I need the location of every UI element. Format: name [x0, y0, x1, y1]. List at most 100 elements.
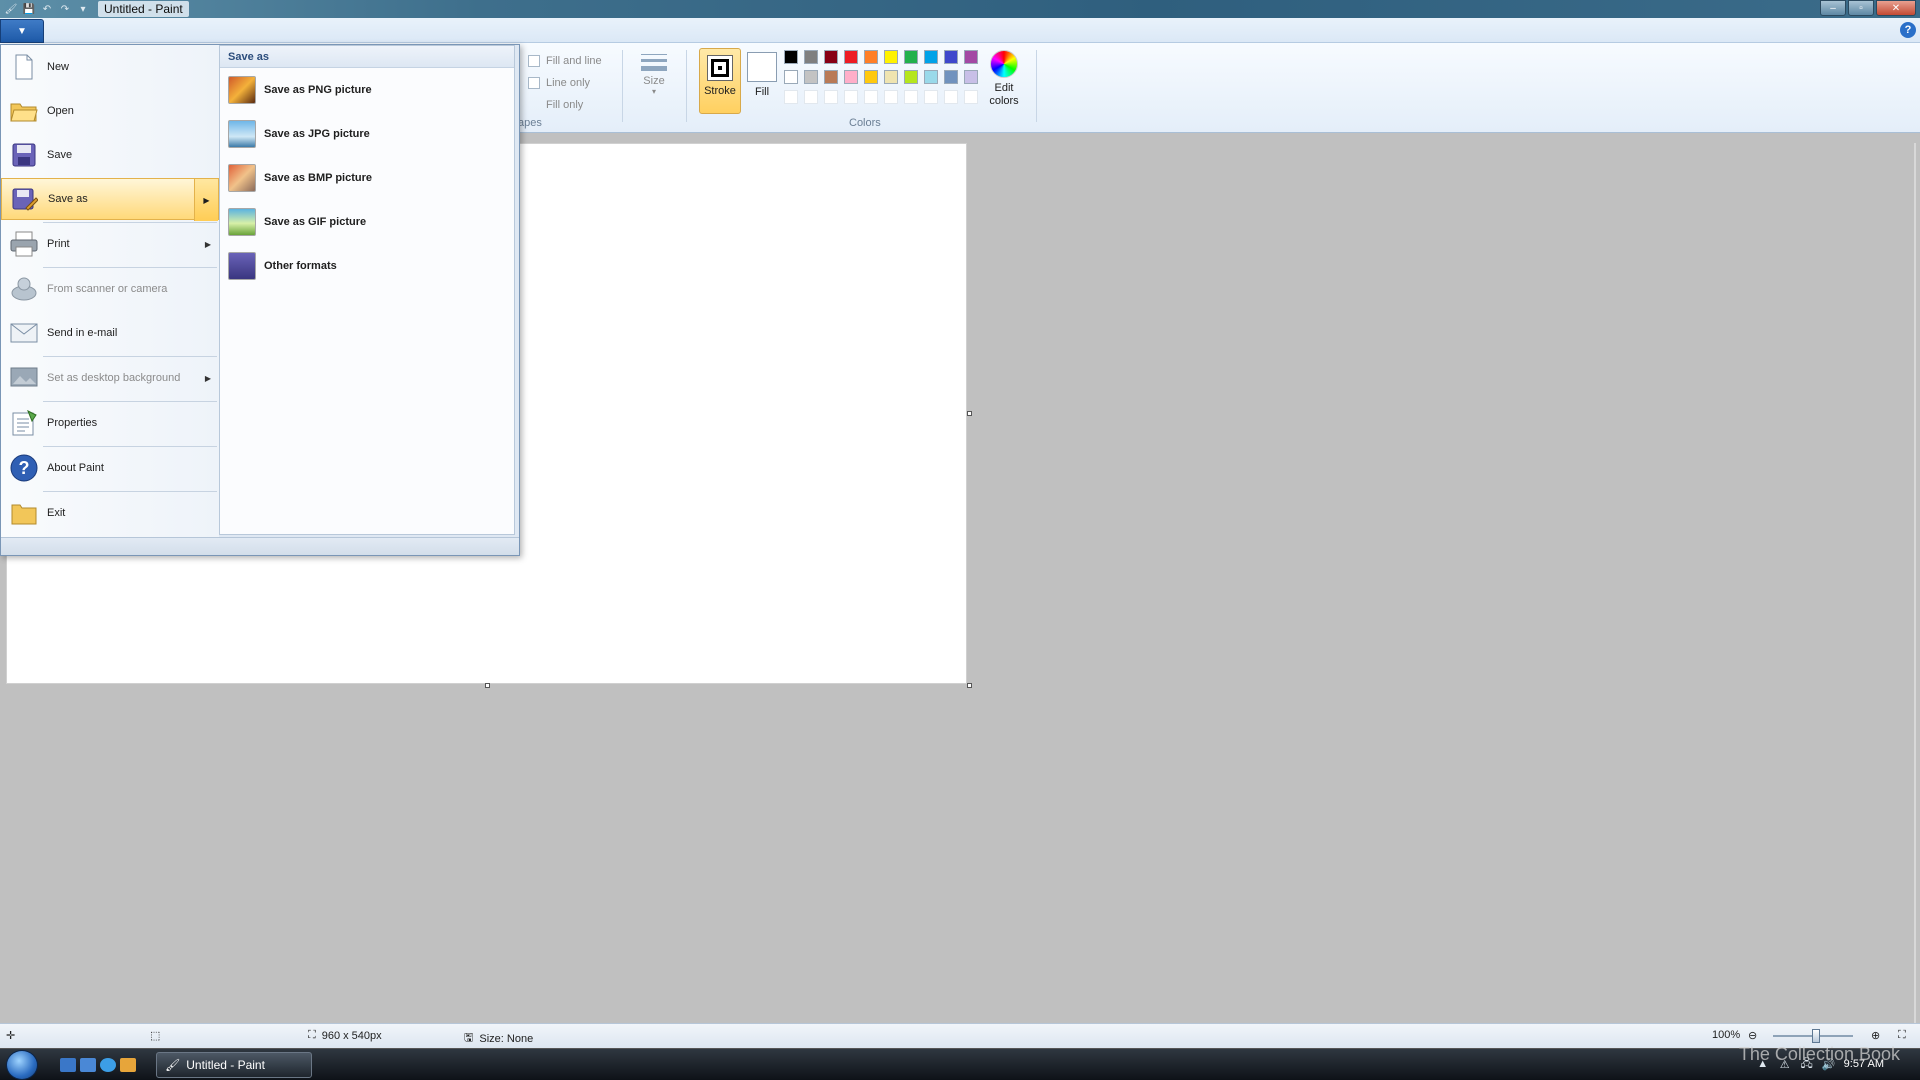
color-swatch[interactable] — [904, 70, 918, 84]
save-as-jpg-item[interactable]: Save as JPG picture — [220, 112, 514, 156]
color-swatch[interactable] — [864, 70, 878, 84]
show-desktop-icon[interactable] — [60, 1058, 76, 1072]
email-icon — [9, 318, 39, 348]
close-button[interactable]: ✕ — [1876, 0, 1916, 16]
printer-icon — [9, 229, 39, 259]
chevron-down-icon[interactable]: ▾ — [76, 2, 90, 16]
shapes-group-label: apes — [518, 117, 542, 129]
color-swatch[interactable] — [884, 70, 898, 84]
app-menu-commands: New Open Save Save as ▶ Print ▶ From sca… — [1, 45, 219, 537]
color-swatch[interactable] — [964, 70, 978, 84]
custom-color-swatch[interactable] — [864, 90, 878, 104]
custom-color-swatch[interactable] — [804, 90, 818, 104]
custom-color-swatch[interactable] — [824, 90, 838, 104]
fill-and-line-option[interactable]: Fill and line — [528, 50, 602, 72]
properties-icon — [9, 408, 39, 438]
switch-windows-icon[interactable] — [80, 1058, 96, 1072]
gif-icon — [228, 208, 256, 236]
color-swatch[interactable] — [904, 50, 918, 64]
color-swatch[interactable] — [924, 50, 938, 64]
start-button[interactable] — [6, 1050, 38, 1080]
menu-item-save[interactable]: Save — [1, 134, 219, 176]
menu-item-about-paint[interactable]: ? About Paint — [1, 447, 219, 489]
color-swatch[interactable] — [824, 50, 838, 64]
save-as-png-item[interactable]: Save as PNG picture — [220, 68, 514, 112]
fill-color-button[interactable]: Fill — [744, 48, 780, 114]
color-swatch[interactable] — [924, 70, 938, 84]
canvas-size-icon: ⛶ — [308, 1029, 316, 1041]
redo-icon[interactable]: ↷ — [58, 2, 72, 16]
size-button[interactable]: Size ▾ — [636, 50, 672, 112]
color-swatch[interactable] — [784, 50, 798, 64]
color-swatch[interactable] — [944, 70, 958, 84]
fit-to-window-button[interactable]: ⛶ — [1898, 1029, 1906, 1042]
save-as-submenu: Save as Save as PNG picture Save as JPG … — [219, 45, 515, 535]
submenu-arrow-icon: ▶ — [204, 373, 211, 383]
custom-color-swatch[interactable] — [924, 90, 938, 104]
canvas-size-display: ⛶ 960 x 540px — [308, 1029, 382, 1042]
application-menu: New Open Save Save as ▶ Print ▶ From sca… — [0, 44, 520, 556]
custom-color-swatch[interactable] — [904, 90, 918, 104]
line-only-option[interactable]: Line only — [528, 72, 602, 94]
menu-item-send-email[interactable]: Send in e-mail — [1, 312, 219, 354]
ribbon-tab-bar — [0, 18, 1920, 43]
chevron-down-icon: ▼ — [17, 25, 27, 37]
png-icon — [228, 76, 256, 104]
title-bar: 🖌 💾 ↶ ↷ ▾ Untitled - Paint – ▫ ✕ — [0, 0, 1920, 18]
other-formats-item[interactable]: Other formats — [220, 244, 514, 288]
ribbon-divider — [1036, 50, 1037, 122]
menu-item-exit[interactable]: Exit — [1, 492, 219, 534]
color-swatch[interactable] — [844, 50, 858, 64]
custom-color-swatch[interactable] — [964, 90, 978, 104]
ribbon-divider — [686, 50, 687, 122]
zoom-out-button[interactable]: ⊖ — [1748, 1029, 1757, 1042]
resize-handle-corner[interactable] — [967, 683, 972, 688]
custom-color-swatch[interactable] — [944, 90, 958, 104]
zoom-in-button[interactable]: ⊕ — [1871, 1029, 1880, 1042]
color-swatch[interactable] — [804, 50, 818, 64]
color-swatch[interactable] — [864, 50, 878, 64]
menu-item-new[interactable]: New — [1, 46, 219, 88]
taskbar-paint-button[interactable]: 🖌 Untitled - Paint — [156, 1052, 312, 1078]
save-as-gif-item[interactable]: Save as GIF picture — [220, 200, 514, 244]
color-swatch[interactable] — [944, 50, 958, 64]
menu-item-properties[interactable]: Properties — [1, 402, 219, 444]
help-button[interactable]: ? — [1900, 22, 1916, 38]
color-swatch[interactable] — [804, 70, 818, 84]
checkbox-icon — [528, 77, 540, 89]
save-as-bmp-item[interactable]: Save as BMP picture — [220, 156, 514, 200]
application-menu-button[interactable]: ▼ — [0, 19, 44, 43]
color-swatch[interactable] — [844, 70, 858, 84]
minimize-button[interactable]: – — [1820, 0, 1846, 16]
resize-handle-bottom[interactable] — [485, 683, 490, 688]
menu-item-from-scanner: From scanner or camera — [1, 268, 219, 310]
paint-app-icon[interactable]: 🖌 — [4, 2, 18, 16]
svg-text:?: ? — [19, 458, 30, 478]
maximize-button[interactable]: ▫ — [1848, 0, 1874, 16]
fill-only-option[interactable]: Fill only — [528, 94, 602, 116]
menu-item-print[interactable]: Print ▶ — [1, 223, 219, 265]
menu-item-open[interactable]: Open — [1, 90, 219, 132]
save-icon[interactable]: 💾 — [22, 2, 36, 16]
resize-handle-right[interactable] — [967, 411, 972, 416]
custom-color-swatch[interactable] — [784, 90, 798, 104]
new-file-icon — [9, 52, 39, 82]
undo-icon[interactable]: ↶ — [40, 2, 54, 16]
custom-color-swatch[interactable] — [884, 90, 898, 104]
custom-color-swatch[interactable] — [844, 90, 858, 104]
edit-colors-button[interactable]: Edit colors — [982, 50, 1026, 108]
menu-item-desktop-background: Set as desktop background ▶ — [1, 357, 219, 399]
color-swatch[interactable] — [884, 50, 898, 64]
color-swatch[interactable] — [784, 70, 798, 84]
bmp-icon — [228, 164, 256, 192]
cursor-position-icon: ✛ — [6, 1030, 16, 1042]
stroke-color-button[interactable]: Stroke — [699, 48, 741, 114]
status-bar: ✛ ⬚ ⛶ 960 x 540px 🖫 Size: None 100% ⊖ ⊕ … — [0, 1023, 1920, 1048]
media-player-icon[interactable] — [120, 1058, 136, 1072]
internet-explorer-icon[interactable] — [100, 1058, 116, 1072]
zoom-slider-thumb[interactable] — [1812, 1029, 1820, 1043]
color-swatch[interactable] — [964, 50, 978, 64]
app-menu-footer — [1, 537, 519, 555]
color-swatch[interactable] — [824, 70, 838, 84]
menu-item-save-as[interactable]: Save as ▶ — [1, 178, 219, 221]
